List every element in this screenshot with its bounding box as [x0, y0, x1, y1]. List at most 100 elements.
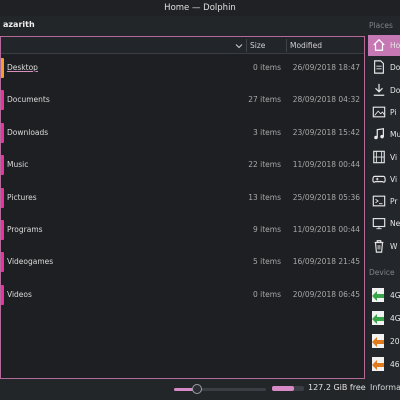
drive-icon [372, 357, 384, 371]
file-size: 9 items [252, 225, 281, 234]
file-row[interactable]: Programs 9 items 11/09/2018 00:44 [1, 219, 364, 241]
free-space-label: 127.2 GiB free [308, 383, 366, 392]
folder-icon [1, 155, 4, 176]
file-size: 3 items [252, 127, 281, 137]
file-name: Documents [7, 95, 50, 105]
file-row[interactable]: Downloads 3 items 23/09/2018 15:42 [1, 122, 364, 144]
file-row[interactable]: Pictures 13 items 25/09/2018 05:36 [1, 187, 364, 209]
places-item-label: Do [390, 63, 400, 73]
file-row[interactable]: Desktop 0 items 26/09/2018 18:47 [1, 57, 364, 79]
devices-section-title: Device [369, 268, 395, 277]
places-item[interactable]: W [368, 236, 400, 257]
places-item-label: Do [390, 85, 400, 95]
folder-icon [1, 90, 4, 111]
breadcrumb[interactable]: azarith [3, 20, 35, 32]
places-item[interactable]: Mu [368, 124, 400, 145]
column-header-size[interactable]: Size [250, 37, 265, 54]
gamepad-icon [372, 175, 386, 183]
places-item-label: Vi [390, 152, 398, 162]
folder-orange-icon [1, 58, 4, 78]
folder-icon [1, 252, 4, 273]
file-view[interactable]: Size Modified Desktop 0 items 26/09/2018 1… [0, 36, 365, 379]
places-item-label: Mu [390, 130, 400, 140]
places-item[interactable]: Ho [368, 35, 400, 56]
zoom-slider[interactable] [174, 384, 266, 394]
file-modified: 23/09/2018 15:42 [292, 127, 360, 137]
file-row[interactable]: Videogames 5 items 16/09/2018 21:45 [1, 251, 364, 273]
column-header-row: Size Modified [1, 37, 364, 54]
device-item-label: 46 [390, 360, 400, 369]
drive-icon [372, 288, 384, 302]
device-item[interactable]: 20 [368, 331, 400, 352]
device-item[interactable]: 4G [368, 285, 400, 306]
device-item[interactable]: 4G [368, 308, 400, 329]
file-size: 0 items [252, 289, 281, 299]
zoom-slider-handle[interactable] [192, 384, 202, 394]
free-space-bar [272, 386, 304, 391]
music-icon [374, 128, 384, 140]
column-header-modified[interactable]: Modified [290, 37, 322, 54]
file-name: Videos [7, 289, 32, 299]
file-row[interactable]: Videos 0 items 20/09/2018 06:45 [1, 284, 364, 306]
device-item-label: 4G [390, 314, 400, 323]
file-size: 27 items [248, 95, 281, 105]
device-item-label: 20 [390, 337, 400, 346]
places-item-label: Pr [390, 197, 398, 207]
file-modified: 11/09/2018 00:44 [292, 160, 360, 170]
trash-icon [374, 239, 384, 253]
drive-icon [372, 311, 384, 325]
folder-icon [1, 187, 4, 208]
document-icon [374, 60, 384, 74]
places-item-label: Ho [390, 41, 400, 50]
folder-icon [1, 220, 4, 240]
places-item[interactable]: Do [368, 80, 400, 101]
file-size: 0 items [252, 63, 281, 72]
free-space-bar-fill [272, 386, 295, 391]
folder-icon [1, 122, 4, 143]
chevron-down-icon[interactable] [235, 42, 243, 50]
file-size: 22 items [248, 160, 281, 170]
column-separator [246, 39, 247, 52]
places-item-label: Ne [390, 219, 400, 229]
places-item[interactable]: Ne [368, 213, 400, 234]
drive-icon [372, 334, 384, 348]
file-modified: 20/09/2018 06:45 [292, 289, 360, 299]
status-bar: 127.2 GiB free Informa [0, 380, 400, 400]
film-icon [373, 150, 385, 163]
places-item-label: W [390, 241, 398, 251]
file-row[interactable]: Documents 27 items 28/09/2018 04:32 [1, 89, 364, 111]
home-icon [373, 38, 385, 51]
file-size: 5 items [252, 257, 281, 267]
folder-icon [1, 284, 4, 305]
places-item[interactable]: Pr [368, 191, 400, 212]
places-item[interactable]: Do [368, 57, 400, 78]
device-item-label: 4G [390, 291, 400, 300]
file-name: Desktop [7, 63, 38, 72]
places-item[interactable]: Pi [368, 102, 400, 123]
file-name: Programs [7, 225, 43, 234]
file-modified: 11/09/2018 00:44 [292, 225, 360, 234]
file-modified: 28/09/2018 04:32 [292, 95, 360, 105]
file-modified: 25/09/2018 05:36 [292, 192, 360, 202]
places-item[interactable]: Vi [368, 169, 400, 190]
file-name: Music [7, 160, 29, 170]
file-size: 13 items [248, 192, 281, 202]
download-icon [373, 83, 385, 96]
terminal-icon [372, 195, 386, 207]
places-panel: Places Ho Do Do Pi Mu Vi Vi Pr Ne W Device 4G 4G 20… [368, 16, 400, 400]
places-item-label: Pi [390, 107, 397, 117]
device-item[interactable]: 46 [368, 354, 400, 375]
network-icon [372, 218, 386, 230]
places-item-label: Vi [390, 174, 398, 184]
file-modified: 16/09/2018 21:45 [292, 257, 360, 267]
file-row[interactable]: Music 22 items 11/09/2018 00:44 [1, 154, 364, 176]
picture-icon [372, 106, 386, 118]
places-section-title: Places [369, 21, 393, 30]
file-modified: 26/09/2018 18:47 [292, 63, 360, 72]
column-separator [286, 39, 287, 52]
file-name: Videogames [7, 257, 54, 267]
information-panel-label[interactable]: Informa [370, 383, 400, 392]
file-name: Pictures [7, 192, 37, 202]
window-title: Home — Dolphin [0, 0, 400, 16]
places-item[interactable]: Vi [368, 147, 400, 168]
